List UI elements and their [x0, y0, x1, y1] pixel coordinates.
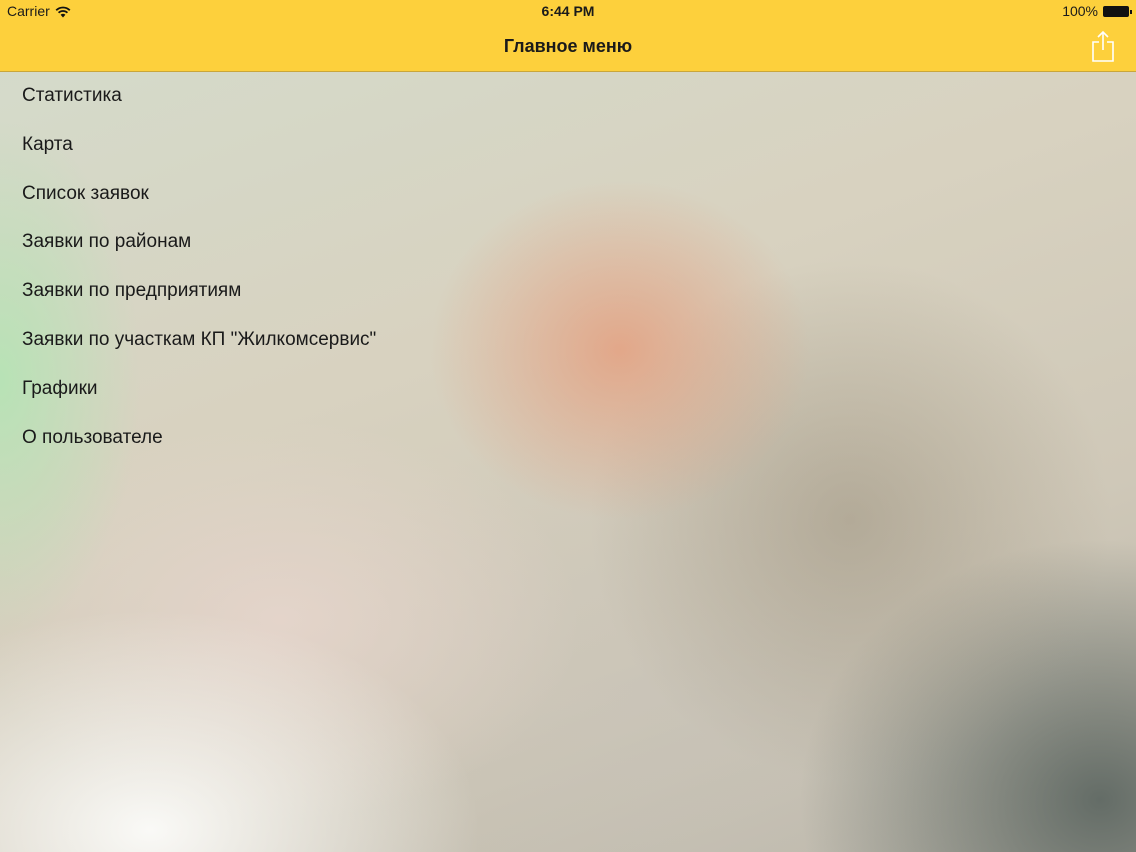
menu-item-map[interactable]: Карта — [0, 121, 1136, 170]
menu-item-requests-by-district[interactable]: Заявки по районам — [0, 218, 1136, 267]
menu-item-statistics[interactable]: Статистика — [0, 72, 1136, 121]
battery-percent: 100% — [1062, 3, 1098, 19]
page-title: Главное меню — [503, 36, 633, 56]
menu-item-requests-list[interactable]: Список заявок — [0, 170, 1136, 219]
menu-item-requests-by-section[interactable]: Заявки по участкам КП "Жилкомсервис" — [0, 316, 1136, 365]
share-button[interactable] — [1090, 30, 1116, 62]
menu-item-requests-by-enterprise[interactable]: Заявки по предприятиям — [0, 267, 1136, 316]
menu-item-charts[interactable]: Графики — [0, 365, 1136, 414]
share-icon — [1092, 30, 1114, 62]
status-time: 6:44 PM — [541, 3, 595, 19]
navigation-bar: Главное меню — [0, 22, 1136, 72]
main-menu-list: Статистика Карта Список заявок Заявки по… — [0, 72, 1136, 462]
status-bar: Carrier 6:44 PM 100% — [0, 0, 1136, 22]
battery-group: 100% — [1062, 3, 1132, 19]
menu-item-about-user[interactable]: О пользователе — [0, 414, 1136, 463]
battery-icon — [1103, 5, 1132, 17]
top-bar: Carrier 6:44 PM 100% Главное меню — [0, 0, 1136, 72]
